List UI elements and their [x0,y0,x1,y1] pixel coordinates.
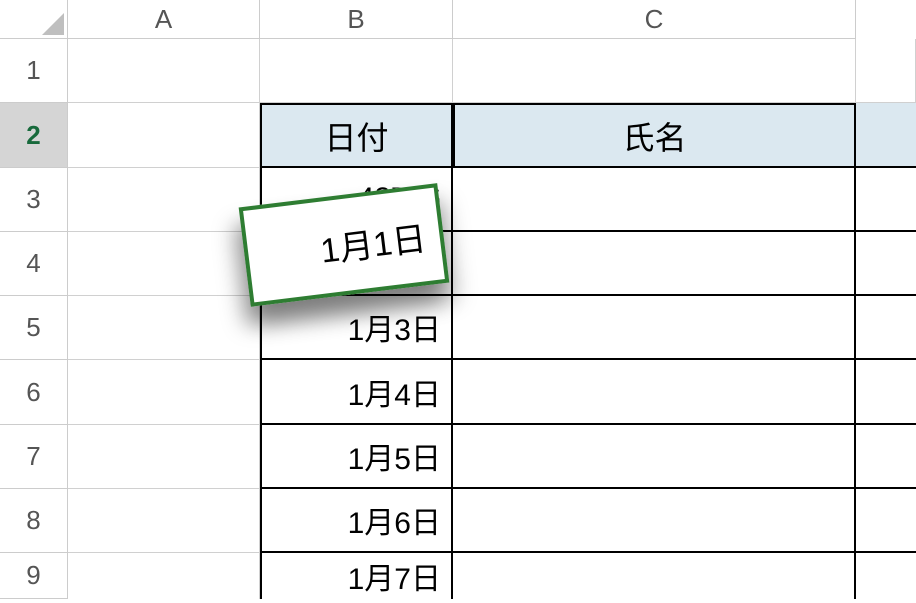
column-headers: A B C [68,0,856,39]
cell-A4[interactable] [68,232,260,296]
select-all-triangle-icon [42,13,64,35]
row-8: 1月6日 [68,489,916,553]
cell-C4[interactable] [453,232,856,296]
cell-A6[interactable] [68,360,260,425]
cell-D1[interactable] [856,39,916,103]
cell-A9[interactable] [68,553,260,599]
row-5: 1月3日 [68,296,916,360]
row-2: 日付 氏名 [68,103,916,168]
row-header-5[interactable]: 5 [0,296,68,360]
spreadsheet: A B C 1 2 3 4 5 6 7 8 9 日付 氏名 42736 [0,0,916,603]
cell-B5[interactable]: 1月3日 [260,296,453,360]
cell-B6[interactable]: 1月4日 [260,360,453,425]
cell-C9[interactable] [453,553,856,599]
row-header-8[interactable]: 8 [0,489,68,553]
row-header-6[interactable]: 6 [0,360,68,425]
cell-A7[interactable] [68,425,260,489]
cell-B1[interactable] [260,39,453,103]
cell-D3[interactable] [856,168,916,232]
cell-C8[interactable] [453,489,856,553]
cell-D8[interactable] [856,489,916,553]
row-6: 1月4日 [68,360,916,425]
cell-C3[interactable] [453,168,856,232]
row-header-9[interactable]: 9 [0,553,68,599]
cell-C6[interactable] [453,360,856,425]
row-header-7[interactable]: 7 [0,425,68,489]
cell-A1[interactable] [68,39,260,103]
cell-D7[interactable] [856,425,916,489]
row-header-3[interactable]: 3 [0,168,68,232]
cell-D4[interactable] [856,232,916,296]
cell-C2-name-header[interactable]: 氏名 [453,103,856,168]
cell-C7[interactable] [453,425,856,489]
row-header-1[interactable]: 1 [0,39,68,103]
cell-B2-date-header[interactable]: 日付 [260,103,453,168]
row-header-2[interactable]: 2 [0,103,68,168]
cell-D9[interactable] [856,553,916,599]
cell-B9[interactable]: 1月7日 [260,553,453,599]
cell-C5[interactable] [453,296,856,360]
cell-D2[interactable] [856,103,916,168]
row-9: 1月7日 [68,553,916,599]
floating-card-value: 1月1日 [317,211,428,273]
cell-D5[interactable] [856,296,916,360]
cell-A5[interactable] [68,296,260,360]
cell-D6[interactable] [856,360,916,425]
row-7: 1月5日 [68,425,916,489]
cell-C1[interactable] [453,39,856,103]
row-header-4[interactable]: 4 [0,232,68,296]
cell-A2[interactable] [68,103,260,168]
col-header-C[interactable]: C [453,0,856,39]
row-4 [68,232,916,296]
cell-B7[interactable]: 1月5日 [260,425,453,489]
select-all-corner[interactable] [0,0,68,39]
cell-A3[interactable] [68,168,260,232]
col-header-B[interactable]: B [260,0,453,39]
col-header-A[interactable]: A [68,0,260,39]
row-headers: 1 2 3 4 5 6 7 8 9 [0,39,68,599]
row-3: 42736 [68,168,916,232]
cell-grid: 日付 氏名 42736 1月3日 1月4日 [68,39,916,599]
cell-B8[interactable]: 1月6日 [260,489,453,553]
cell-A8[interactable] [68,489,260,553]
row-1 [68,39,916,103]
